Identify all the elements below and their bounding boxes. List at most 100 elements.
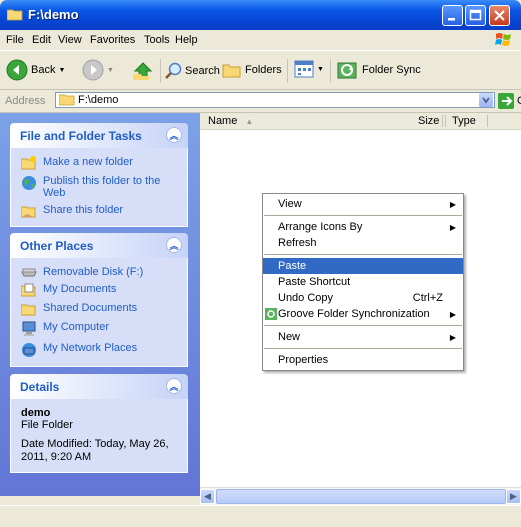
task-publish-to-web[interactable]: Publish this folder to the Web: [21, 175, 179, 199]
address-input[interactable]: F:\demo: [55, 92, 495, 108]
status-bar: [0, 505, 521, 527]
globe-icon: [22, 176, 36, 190]
groove-sync-icon: [265, 308, 277, 320]
window-title: F:\demo: [28, 7, 79, 22]
column-separator[interactable]: [445, 115, 446, 127]
task-make-new-folder[interactable]: Make a new folder: [21, 156, 179, 170]
menu-item-undo-copy[interactable]: Undo Copy Ctrl+Z: [263, 290, 463, 306]
search-icon: [165, 62, 182, 79]
collapse-icon[interactable]: ︽: [166, 378, 182, 394]
search-button[interactable]: Search: [164, 62, 220, 80]
scroll-left-button[interactable]: ◀: [200, 489, 215, 504]
my-documents-icon: [21, 283, 36, 297]
other-places-panel: Other Places ︽ Removable Disk (F:) My Do…: [10, 233, 188, 367]
column-separator[interactable]: [487, 115, 488, 127]
my-computer-icon: [22, 321, 36, 336]
horizontal-scrollbar[interactable]: ◀ ▶: [200, 487, 521, 505]
menu-edit[interactable]: Edit: [32, 34, 51, 46]
folder-icon: [59, 94, 75, 106]
folder-sync-icon: [337, 62, 357, 79]
folders-icon: [222, 64, 241, 78]
shared-documents-icon: [21, 304, 36, 316]
close-button[interactable]: [489, 5, 510, 26]
views-button[interactable]: ▼: [294, 60, 324, 78]
task-pane: File and Folder Tasks ︽ Make a new folde…: [0, 113, 200, 496]
panel-header[interactable]: Other Places ︽: [10, 233, 188, 258]
removable-disk-icon: [21, 268, 37, 277]
address-value: F:\demo: [78, 94, 119, 106]
up-folder-icon: [133, 62, 153, 80]
menu-divider: [264, 215, 462, 216]
windows-logo-icon: [495, 33, 511, 46]
minimize-button[interactable]: [442, 5, 463, 26]
back-button[interactable]: Back ▼: [6, 59, 65, 81]
forward-dropdown-icon[interactable]: ▼: [107, 67, 114, 74]
address-dropdown-button[interactable]: [479, 93, 493, 107]
share-folder-icon: [21, 206, 36, 218]
go-label: Go: [517, 95, 521, 107]
toolbar-separator: [160, 59, 161, 83]
task-share-folder[interactable]: Share this folder: [21, 204, 179, 218]
details-panel: Details ︽ demo File Folder Date Modified…: [10, 374, 188, 473]
menu-item-new[interactable]: New ▶: [263, 329, 463, 345]
menu-item-properties[interactable]: Properties: [263, 352, 463, 368]
submenu-arrow-icon: ▶: [449, 222, 456, 232]
maximize-button[interactable]: [465, 5, 486, 26]
go-button[interactable]: Go: [498, 93, 521, 109]
menu-view[interactable]: View: [58, 34, 82, 46]
views-dropdown-icon[interactable]: ▼: [317, 66, 324, 73]
column-name[interactable]: Name ▲: [208, 115, 253, 127]
toolbar-separator: [330, 59, 331, 83]
menu-item-arrange-icons[interactable]: Arrange Icons By ▶: [263, 219, 463, 235]
menu-tools[interactable]: Tools: [144, 34, 170, 46]
details-name: demo: [21, 407, 51, 419]
folders-label: Folders: [245, 64, 282, 76]
menu-item-paste-shortcut[interactable]: Paste Shortcut: [263, 274, 463, 290]
panel-body: Make a new folder Publish this folder to…: [10, 148, 188, 227]
place-shared-documents[interactable]: Shared Documents: [21, 302, 179, 316]
folder-icon: [7, 9, 23, 21]
menu-divider: [264, 325, 462, 326]
forward-button[interactable]: ▼: [82, 59, 114, 81]
back-dropdown-icon[interactable]: ▼: [58, 67, 65, 74]
new-folder-icon: [21, 156, 36, 170]
panel-header[interactable]: File and Folder Tasks ︽: [10, 123, 188, 148]
folder-sync-button[interactable]: Folder Sync: [337, 60, 421, 80]
collapse-icon[interactable]: ︽: [166, 237, 182, 253]
menu-item-view[interactable]: View ▶: [263, 196, 463, 212]
panel-header[interactable]: Details ︽: [10, 374, 188, 399]
views-icon: [294, 60, 314, 78]
up-folder-button[interactable]: [133, 59, 153, 81]
menu-help[interactable]: Help: [175, 34, 198, 46]
menu-item-groove-sync[interactable]: Groove Folder Synchronization ▶: [263, 306, 463, 322]
collapse-icon[interactable]: ︽: [166, 127, 182, 143]
place-my-computer[interactable]: My Computer: [21, 321, 179, 337]
scroll-thumb[interactable]: [216, 489, 506, 504]
panel-body: Removable Disk (F:) My Documents Shared …: [10, 258, 188, 367]
submenu-arrow-icon: ▶: [449, 309, 456, 319]
menu-divider: [264, 348, 462, 349]
details-modified: Date Modified: Today, May 26, 2011, 9:20…: [21, 438, 169, 463]
menu-item-paste[interactable]: Paste: [263, 258, 463, 274]
column-type[interactable]: Type: [452, 115, 476, 127]
title-bar[interactable]: F:\demo: [0, 0, 521, 30]
place-my-documents[interactable]: My Documents: [21, 283, 179, 297]
search-label: Search: [185, 65, 220, 77]
maximize-icon: [469, 9, 482, 21]
menu-divider: [264, 254, 462, 255]
address-label: Address: [5, 95, 46, 107]
column-separator[interactable]: [442, 115, 443, 127]
menu-file[interactable]: File: [6, 34, 24, 46]
folders-button[interactable]: Folders: [222, 62, 282, 78]
folder-sync-label: Folder Sync: [362, 64, 421, 76]
address-bar: Address F:\demo Go: [0, 90, 521, 113]
file-folder-tasks-panel: File and Folder Tasks ︽ Make a new folde…: [10, 123, 188, 227]
column-size[interactable]: Size: [418, 115, 439, 127]
menu-favorites[interactable]: Favorites: [90, 34, 135, 46]
menu-item-refresh[interactable]: Refresh: [263, 235, 463, 251]
place-my-network-places[interactable]: My Network Places: [21, 342, 179, 358]
place-removable-disk[interactable]: Removable Disk (F:): [21, 266, 179, 278]
scroll-right-button[interactable]: ▶: [506, 489, 521, 504]
panel-title: File and Folder Tasks: [20, 128, 142, 143]
details-type: File Folder: [21, 419, 73, 431]
